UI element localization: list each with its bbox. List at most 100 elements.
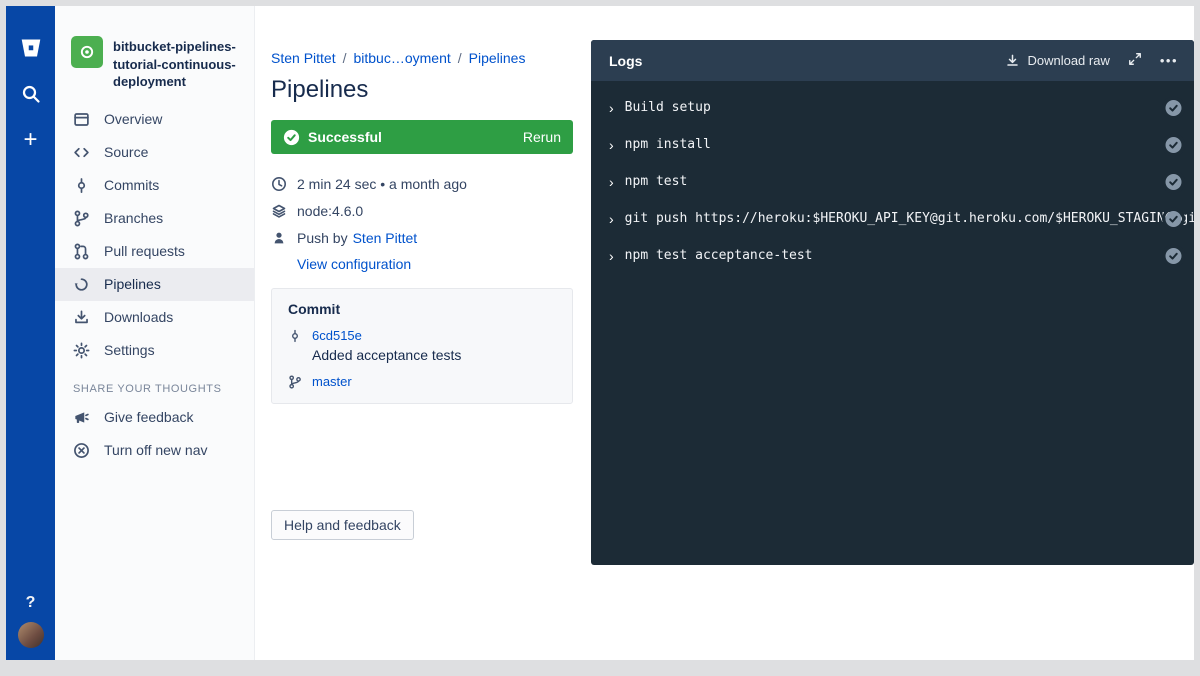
- step-success-icon: [1165, 136, 1182, 153]
- status-banner: Successful Rerun: [271, 120, 573, 154]
- log-step-git-push[interactable]: › git push https://heroku:$HEROKU_API_KE…: [591, 200, 1194, 237]
- bitbucket-logo-icon: [19, 36, 43, 60]
- log-step-build-setup[interactable]: › Build setup: [591, 89, 1194, 126]
- image-row: node:4.6.0: [271, 197, 573, 224]
- pull-requests-icon: [73, 243, 90, 260]
- app-window: + ? bitbucket-pipelines-tutorial-continu…: [6, 6, 1194, 660]
- sidebar-item-branches[interactable]: Branches: [55, 202, 254, 235]
- commit-card: Commit 6cd515e Added acceptance tests: [271, 288, 573, 404]
- log-step-label: git push https://heroku:$HEROKU_API_KEY@…: [625, 211, 1194, 226]
- expand-icon[interactable]: [1128, 52, 1142, 69]
- overview-icon: [73, 111, 90, 128]
- success-check-icon: [283, 129, 300, 146]
- chevron-right-icon: ›: [609, 175, 614, 189]
- layers-icon: [271, 203, 287, 219]
- sidebar-item-source[interactable]: Source: [55, 136, 254, 169]
- global-nav: + ?: [6, 6, 55, 660]
- breadcrumb-user-link[interactable]: Sten Pittet: [271, 50, 336, 66]
- commit-branch-row: master: [288, 374, 556, 389]
- view-configuration-link[interactable]: View configuration: [297, 256, 411, 272]
- rerun-button[interactable]: Rerun: [523, 129, 561, 145]
- sidebar-item-label: Commits: [104, 177, 159, 193]
- breadcrumb-pipelines-link[interactable]: Pipelines: [469, 50, 526, 66]
- sidebar-item-label: Turn off new nav: [104, 442, 208, 458]
- view-configuration-row: View configuration: [297, 256, 573, 272]
- log-step-label: Build setup: [625, 100, 711, 115]
- megaphone-icon: [73, 409, 90, 426]
- push-prefix: Push by: [297, 230, 348, 246]
- step-success-icon: [1165, 173, 1182, 190]
- sidebar-item-label: Settings: [104, 342, 155, 358]
- person-icon: [271, 230, 287, 246]
- breadcrumb-separator: /: [458, 50, 462, 66]
- global-nav-bottom: ?: [18, 594, 44, 648]
- turn-off-icon: [73, 442, 90, 459]
- breadcrumb-separator: /: [343, 50, 347, 66]
- logs-actions: Download raw •••: [1005, 52, 1178, 69]
- commit-hash-row: 6cd515e: [288, 328, 556, 343]
- chevron-right-icon: ›: [609, 212, 614, 226]
- step-success-icon: [1165, 99, 1182, 116]
- commit-card-title: Commit: [288, 301, 556, 317]
- log-step-npm-test[interactable]: › npm test: [591, 163, 1194, 200]
- pipeline-meta: 2 min 24 sec • a month ago node:4.6.0: [271, 170, 573, 272]
- sidebar-item-label: Source: [104, 144, 148, 160]
- log-step-label: npm install: [625, 137, 711, 152]
- search-icon[interactable]: [17, 80, 45, 108]
- repo-name: bitbucket-pipelines-tutorial-continuous-…: [113, 36, 240, 91]
- sidebar-item-label: Branches: [104, 210, 163, 226]
- sidebar-item-label: Overview: [104, 111, 162, 127]
- sidebar-item-pipelines[interactable]: Pipelines: [55, 268, 254, 301]
- settings-gear-icon: [73, 342, 90, 359]
- chevron-right-icon: ›: [609, 138, 614, 152]
- branch-icon: [288, 375, 302, 389]
- sidebar-section-label: SHARE YOUR THOUGHTS: [73, 383, 254, 395]
- log-step-label: npm test acceptance-test: [625, 248, 813, 263]
- duration-text: 2 min 24 sec • a month ago: [297, 176, 467, 192]
- log-step-npm-test-acceptance[interactable]: › npm test acceptance-test: [591, 237, 1194, 274]
- sidebar-item-give-feedback[interactable]: Give feedback: [55, 401, 254, 434]
- sidebar-item-overview[interactable]: Overview: [55, 103, 254, 136]
- commit-message: Added acceptance tests: [312, 347, 556, 363]
- sidebar-item-downloads[interactable]: Downloads: [55, 301, 254, 334]
- logs-title: Logs: [609, 53, 642, 69]
- branches-icon: [73, 210, 90, 227]
- duration-row: 2 min 24 sec • a month ago: [271, 170, 573, 197]
- breadcrumb-repo-link[interactable]: bitbuc…oyment: [353, 50, 450, 66]
- status-label: Successful: [308, 129, 382, 145]
- repo-avatar: [71, 36, 103, 68]
- bitbucket-logo-icon[interactable]: [17, 34, 45, 62]
- log-step-npm-install[interactable]: › npm install: [591, 126, 1194, 163]
- push-row: Push by Sten Pittet: [271, 224, 573, 251]
- sidebar-item-turn-off-new-nav[interactable]: Turn off new nav: [55, 434, 254, 467]
- chevron-right-icon: ›: [609, 101, 614, 115]
- sidebar-item-label: Pipelines: [104, 276, 161, 292]
- logs-header: Logs Download raw •••: [591, 40, 1194, 81]
- log-steps: › Build setup › npm install › npm test: [591, 81, 1194, 274]
- download-icon: [1005, 53, 1020, 68]
- repo-sidebar: bitbucket-pipelines-tutorial-continuous-…: [55, 6, 255, 660]
- image-text: node:4.6.0: [297, 203, 363, 219]
- logs-panel: Logs Download raw •••: [591, 40, 1194, 565]
- clock-icon: [271, 176, 287, 192]
- sidebar-item-settings[interactable]: Settings: [55, 334, 254, 367]
- log-step-label: npm test: [625, 174, 688, 189]
- step-success-icon: [1165, 210, 1182, 227]
- sidebar-item-label: Give feedback: [104, 409, 194, 425]
- create-plus-icon[interactable]: +: [17, 126, 45, 154]
- sidebar-item-pull-requests[interactable]: Pull requests: [55, 235, 254, 268]
- source-icon: [73, 144, 90, 161]
- branch-link[interactable]: master: [312, 374, 352, 389]
- download-raw-button[interactable]: Download raw: [1005, 53, 1109, 68]
- user-avatar[interactable]: [18, 622, 44, 648]
- help-icon[interactable]: ?: [26, 594, 36, 612]
- downloads-icon: [73, 309, 90, 326]
- push-author-link[interactable]: Sten Pittet: [353, 230, 418, 246]
- help-and-feedback-button[interactable]: Help and feedback: [271, 510, 414, 540]
- pipeline-summary-column: Successful Rerun 2 min 24 sec • a month …: [271, 120, 573, 540]
- sidebar-item-commits[interactable]: Commits: [55, 169, 254, 202]
- step-success-icon: [1165, 247, 1182, 264]
- repo-header[interactable]: bitbucket-pipelines-tutorial-continuous-…: [55, 6, 254, 103]
- more-options-icon[interactable]: •••: [1160, 53, 1178, 68]
- commit-hash-link[interactable]: 6cd515e: [312, 328, 362, 343]
